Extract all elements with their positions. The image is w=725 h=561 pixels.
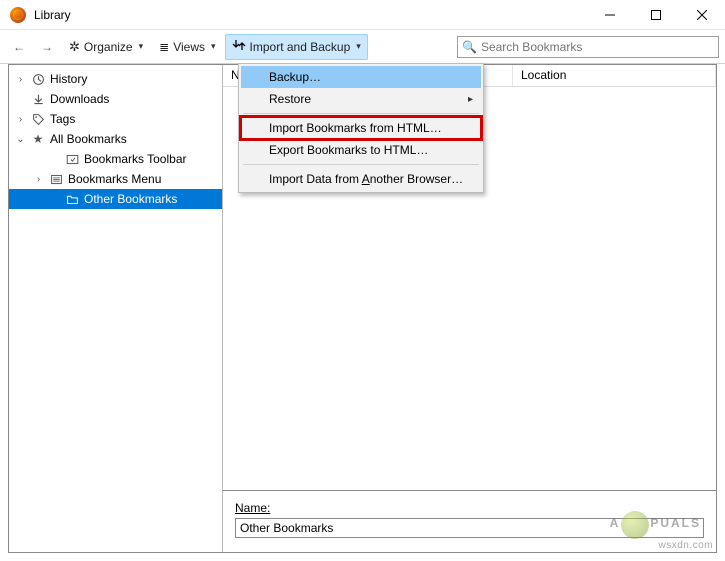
firefox-icon	[10, 7, 26, 23]
tag-icon	[30, 112, 46, 126]
tree-label: Tags	[50, 112, 75, 126]
search-icon: 🔍	[462, 40, 477, 54]
import-backup-label: Import and Backup	[250, 40, 351, 54]
menu-separator	[243, 113, 479, 114]
minimize-icon	[605, 10, 615, 20]
download-icon	[30, 92, 46, 106]
views-label: Views	[173, 40, 205, 54]
back-button[interactable]: ←	[6, 34, 32, 60]
tree-tags[interactable]: › Tags	[9, 109, 222, 129]
menu-export-html[interactable]: Export Bookmarks to HTML…	[241, 139, 481, 161]
tree-bookmarks-toolbar[interactable]: Bookmarks Toolbar	[9, 149, 222, 169]
import-backup-menu: Backup… Restore ▸ Import Bookmarks from H…	[238, 63, 484, 193]
tree-label: Other Bookmarks	[84, 192, 177, 206]
menu-label: Backup…	[269, 70, 321, 84]
tree-label: Bookmarks Toolbar	[84, 152, 187, 166]
chevron-right-icon: ›	[33, 174, 44, 185]
watermark-logo: APUALS	[610, 509, 701, 537]
menu-separator	[243, 164, 479, 165]
menu-import-another-browser[interactable]: Import Data from Another Browser…	[241, 168, 481, 190]
tree-label: Downloads	[50, 92, 109, 106]
arrow-right-icon: →	[41, 40, 53, 54]
tree-history[interactable]: › History	[9, 69, 222, 89]
menu-label: Import Data from Another Browser…	[269, 172, 463, 186]
import-export-icon	[232, 38, 246, 55]
sidebar-tree: › History Downloads › Tags ⌄ ★ All Bookm…	[9, 65, 223, 552]
search-box[interactable]: 🔍	[457, 36, 719, 58]
clock-icon	[30, 72, 46, 86]
menu-label: Restore	[269, 92, 311, 106]
maximize-button[interactable]	[633, 0, 679, 29]
minimize-button[interactable]	[587, 0, 633, 29]
gear-icon: ✲	[69, 39, 80, 55]
column-location[interactable]: Location	[513, 65, 716, 86]
toolbar-folder-icon	[64, 152, 80, 166]
list-icon: ≣	[159, 40, 169, 54]
watermark-site: wsxdn.com	[658, 540, 713, 551]
star-icon: ★	[30, 132, 46, 146]
import-backup-button[interactable]: Import and Backup ▾	[225, 34, 368, 60]
ball-icon	[621, 511, 649, 539]
menu-backup[interactable]: Backup…	[241, 66, 481, 88]
tree-all-bookmarks[interactable]: ⌄ ★ All Bookmarks	[9, 129, 222, 149]
menu-folder-icon	[48, 172, 64, 186]
tree-label: Bookmarks Menu	[68, 172, 161, 186]
chevron-right-icon: ›	[15, 114, 26, 125]
window-title: Library	[34, 8, 587, 22]
chevron-right-icon: ›	[15, 74, 26, 85]
tree-bookmarks-menu[interactable]: › Bookmarks Menu	[9, 169, 222, 189]
title-bar: Library	[0, 0, 725, 30]
menu-import-html[interactable]: Import Bookmarks from HTML…	[241, 117, 481, 139]
forward-button[interactable]: →	[34, 34, 60, 60]
views-button[interactable]: ≣ Views ▾	[152, 34, 222, 60]
folder-icon	[64, 192, 80, 206]
chevron-down-icon: ⌄	[15, 134, 26, 145]
menu-label: Import Bookmarks from HTML…	[269, 121, 442, 135]
close-button[interactable]	[679, 0, 725, 29]
arrow-left-icon: ←	[13, 40, 25, 54]
chevron-down-icon: ▾	[356, 41, 361, 52]
tree-label: History	[50, 72, 87, 86]
menu-label: Export Bookmarks to HTML…	[269, 143, 428, 157]
toolbar: ← → ✲ Organize ▾ ≣ Views ▾ Import and Ba…	[0, 30, 725, 64]
chevron-down-icon: ▾	[139, 41, 144, 52]
chevron-down-icon: ▾	[211, 41, 216, 52]
tree-downloads[interactable]: Downloads	[9, 89, 222, 109]
menu-restore[interactable]: Restore ▸	[241, 88, 481, 110]
tree-label: All Bookmarks	[50, 132, 127, 146]
submenu-arrow-icon: ▸	[468, 94, 473, 105]
tree-other-bookmarks[interactable]: Other Bookmarks	[9, 189, 222, 209]
close-icon	[697, 10, 707, 20]
search-input[interactable]	[481, 37, 714, 57]
organize-label: Organize	[84, 40, 133, 54]
maximize-icon	[651, 10, 661, 20]
organize-button[interactable]: ✲ Organize ▾	[62, 34, 150, 60]
window-controls	[587, 0, 725, 29]
